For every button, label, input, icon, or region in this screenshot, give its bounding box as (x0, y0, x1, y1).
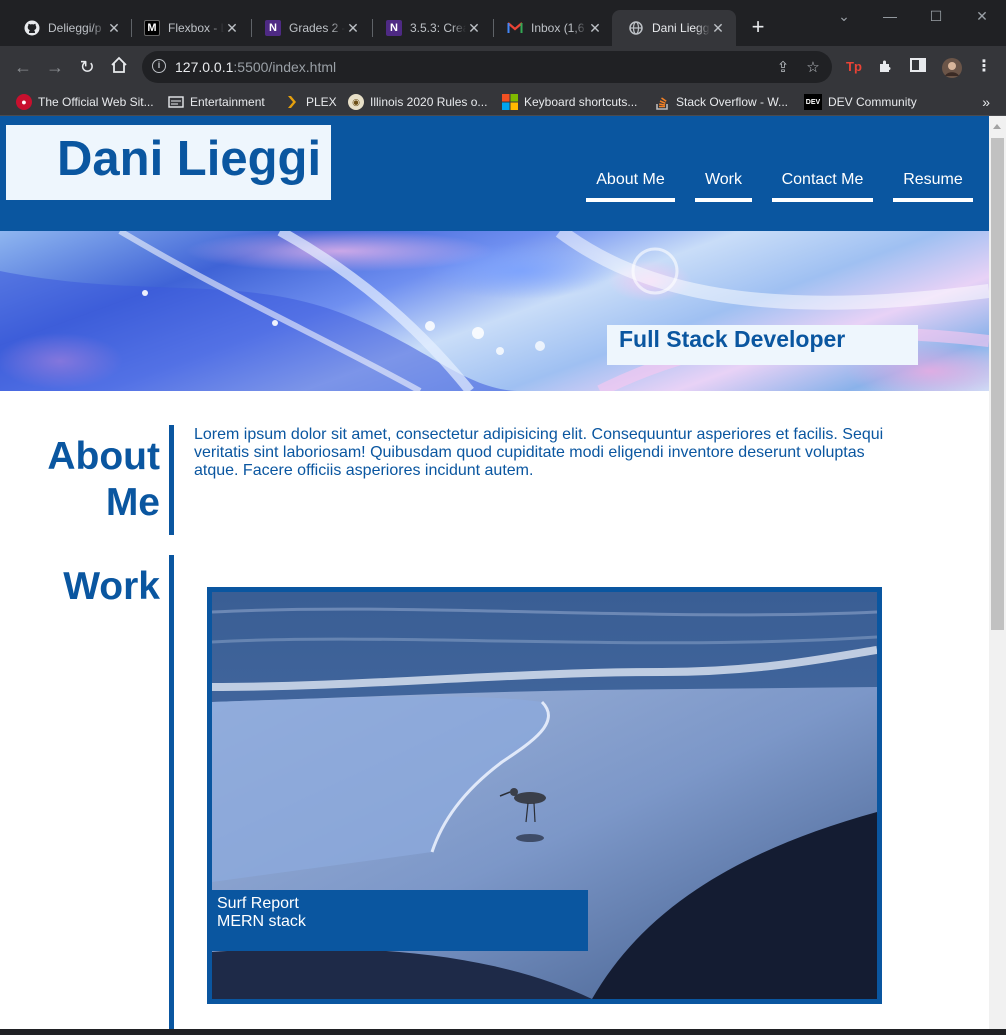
tab-title: 3.5.3: Creat (410, 21, 466, 35)
close-icon[interactable]: ✕ (587, 20, 603, 37)
medium-icon: M (144, 20, 160, 36)
project-card-surf-report[interactable]: Surf Report MERN stack (207, 587, 882, 1004)
site-info-icon[interactable]: i (152, 59, 166, 73)
bookmark-item[interactable]: ◉ Illinois 2020 Rules o... (348, 93, 487, 111)
profile-avatar[interactable] (942, 58, 962, 78)
tab-assignment[interactable]: N 3.5.3: Creat ✕ (370, 10, 492, 46)
hero-banner: Full Stack Developer (0, 231, 989, 391)
stackoverflow-icon (654, 94, 670, 110)
hero-label-box: Full Stack Developer (607, 325, 918, 365)
menu-kebab-icon[interactable]: ⋮ (975, 58, 993, 76)
globe-icon (628, 20, 644, 36)
close-icon[interactable]: ✕ (345, 20, 361, 37)
tab-search-icon[interactable]: ⌄ (834, 8, 854, 25)
blackhawks-icon: ● (16, 94, 32, 110)
nav-about-me[interactable]: About Me (586, 168, 675, 202)
side-panel-icon[interactable] (909, 58, 927, 76)
illinois-seal-icon: ◉ (348, 94, 364, 110)
toggl-extension-icon[interactable]: Tp (845, 58, 863, 76)
github-icon (24, 20, 40, 36)
logo-box: Dani Lieggi (6, 125, 331, 200)
reload-button[interactable]: ↻ (76, 56, 98, 78)
close-icon[interactable]: ✕ (224, 20, 240, 37)
home-button[interactable] (108, 56, 130, 78)
close-icon[interactable]: ✕ (106, 20, 122, 37)
about-divider-bar (169, 425, 174, 535)
folder-icon (168, 94, 184, 110)
bookmark-item[interactable]: DEV DEV Community (804, 93, 917, 111)
bookmark-label: Entertainment (190, 95, 265, 109)
about-me-text: Lorem ipsum dolor sit amet, consectetur … (194, 426, 884, 479)
window-close-button[interactable]: ✕ (972, 8, 992, 25)
forward-button[interactable]: → (44, 56, 66, 78)
work-divider-bar (169, 555, 174, 1035)
url-text: 127.0.0.1:5500/index.html (175, 59, 337, 75)
bookmark-item[interactable]: Keyboard shortcuts... (502, 93, 637, 111)
maximize-button[interactable]: ☐ (926, 8, 946, 25)
plex-icon (284, 94, 300, 110)
bookmark-item[interactable]: PLEX (284, 93, 337, 111)
close-icon[interactable]: ✕ (710, 20, 726, 37)
tab-grades[interactable]: N Grades 2 - ✕ (249, 10, 371, 46)
more-bookmarks-icon[interactable]: » (982, 94, 990, 110)
tab-strip: Delieggi/p ✕ M Flexbox - L ✕ N Grades 2 … (0, 0, 1006, 46)
nav-contact-me[interactable]: Contact Me (772, 168, 873, 202)
about-heading-line: Me (105, 481, 160, 524)
vertical-scrollbar[interactable] (989, 116, 1006, 1029)
browser-toolbar: ← → ↻ i 127.0.0.1:5500/index.html ⇪ ☆ Tp… (0, 46, 1006, 88)
bookmark-label: DEV Community (828, 95, 917, 109)
tab-title: Grades 2 - (289, 21, 345, 35)
share-icon[interactable]: ⇪ (774, 58, 792, 76)
bookmark-label: The Official Web Sit... (38, 95, 154, 109)
project-caption: Surf Report MERN stack (212, 890, 588, 951)
tab-title: Flexbox - L (168, 21, 224, 35)
close-icon[interactable]: ✕ (466, 20, 482, 37)
bookmark-label: Illinois 2020 Rules o... (370, 95, 488, 109)
nav-resume[interactable]: Resume (893, 168, 973, 202)
about-me-heading: About Me (0, 434, 160, 526)
tab-dani-lieggi[interactable]: Dani Liegg ✕ (612, 10, 736, 46)
bookmark-label: PLEX (306, 95, 337, 109)
dev-icon: DEV (804, 94, 822, 110)
work-heading: Work (63, 565, 160, 608)
bookmark-label: Stack Overflow - W... (676, 95, 789, 109)
new-tab-button[interactable]: + (748, 16, 768, 40)
bookmark-item[interactable]: ● The Official Web Sit... (16, 93, 154, 111)
northwestern-icon: N (265, 20, 281, 36)
bookmark-folder[interactable]: Entertainment (168, 93, 265, 111)
project-name: Surf Report (217, 895, 299, 912)
gmail-icon (507, 20, 523, 36)
tab-flexbox[interactable]: M Flexbox - L ✕ (128, 10, 250, 46)
tab-title: Dani Liegg (652, 21, 710, 35)
northwestern-icon: N (386, 20, 402, 36)
hero-marble-art (0, 231, 989, 391)
nav-work[interactable]: Work (695, 168, 752, 202)
window-bottom-edge (0, 1029, 1006, 1035)
bookmarks-bar: ● The Official Web Sit... Entertainment … (0, 88, 1006, 116)
address-bar[interactable]: i 127.0.0.1:5500/index.html ⇪ ☆ (142, 51, 832, 83)
site-logo: Dani Lieggi (57, 132, 322, 186)
tab-title: Delieggi/p (48, 21, 102, 35)
site-header: Dani Lieggi About Me Work Contact Me Res… (0, 116, 989, 231)
scrollbar-thumb[interactable] (991, 138, 1004, 630)
extensions-puzzle-icon[interactable] (877, 58, 895, 76)
hero-subtitle: Full Stack Developer (619, 326, 846, 352)
minimize-button[interactable]: — (880, 8, 900, 24)
scroll-up-arrow-icon[interactable] (993, 124, 1001, 129)
bookmark-item[interactable]: Stack Overflow - W... (654, 93, 788, 111)
bookmark-star-icon[interactable]: ☆ (804, 58, 822, 76)
back-button[interactable]: ← (12, 56, 34, 78)
tab-title: Inbox (1,6 (531, 21, 585, 35)
microsoft-icon (502, 94, 518, 110)
page-viewport: Dani Lieggi About Me Work Contact Me Res… (0, 116, 1006, 1035)
tab-gmail[interactable]: Inbox (1,6 ✕ (491, 10, 613, 46)
home-icon (111, 56, 127, 73)
tab-github[interactable]: Delieggi/p ✕ (8, 10, 132, 46)
bookmark-label: Keyboard shortcuts... (524, 95, 638, 109)
about-heading-line: About (47, 435, 160, 478)
project-stack: MERN stack (217, 913, 306, 930)
